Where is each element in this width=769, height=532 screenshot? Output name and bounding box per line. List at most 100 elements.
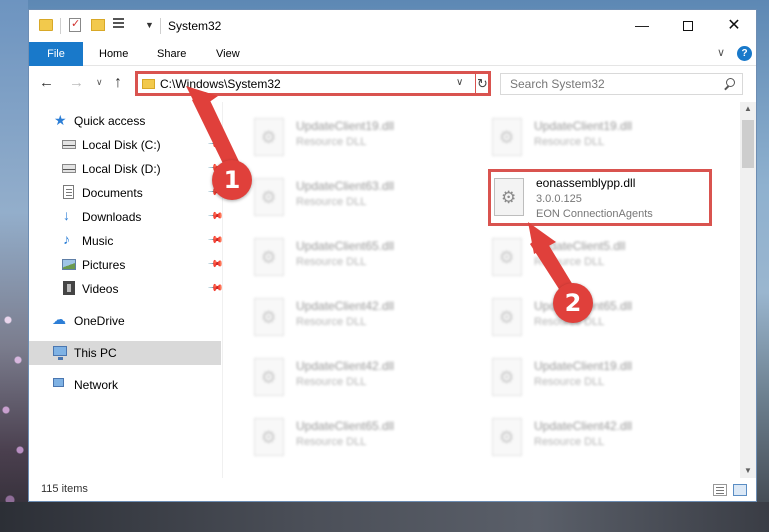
pin-icon[interactable]: 📌 [207,208,224,225]
pin-icon[interactable]: 📌 [207,232,224,249]
title-divider [160,18,161,34]
file-tile[interactable]: UpdateClient65.dll Resource DLL [224,230,444,282]
maximize-button[interactable] [665,10,711,41]
sidebar-item-label: Network [74,378,119,392]
file-type: Resource DLL [534,256,605,268]
file-type: Resource DLL [534,136,605,148]
dll-file-icon [492,118,522,156]
file-tile[interactable]: UpdateClient5.dll Resource DLL [462,230,682,282]
close-button[interactable]: ✕ [711,10,757,41]
up-arrow-icon[interactable]: ↑ [114,74,122,92]
sidebar-item-music[interactable]: ♪ Music 📌 [29,229,224,253]
file-tile[interactable]: UpdateClient42.dll Resource DLL [224,350,444,402]
sidebar-item-local-disk-c[interactable]: Local Disk (C:) 📌 [29,133,224,157]
sidebar-item-label: OneDrive [74,314,125,328]
tab-share[interactable]: Share [157,42,186,66]
step2-badge: 2 [553,283,593,323]
search-input[interactable]: Search System32 [500,73,743,95]
vertical-scrollbar[interactable]: ▲ ▼ [740,102,756,478]
drive-icon [62,140,76,149]
file-explorer-window: ▼ System32 — ✕ File Home Share View ∨ ? … [28,9,757,502]
computer-icon [53,346,67,360]
address-bar[interactable]: C:\Windows\System32 ∨ ↻ [135,71,491,96]
dll-file-icon [492,418,522,456]
dll-file-icon [492,358,522,396]
highlighted-file-tile[interactable]: eonassemblypp.dll 3.0.0.125 EON Connecti… [488,169,712,226]
scroll-up-arrow-icon[interactable]: ▲ [744,104,752,113]
file-tile[interactable]: UpdateClient19.dll Resource DLL [462,110,682,162]
file-tile[interactable]: UpdateClient42.dll Resource DLL [462,410,682,462]
sidebar-item-documents[interactable]: Documents 📌 [29,181,224,205]
dll-file-icon [494,178,524,216]
file-tile[interactable]: UpdateClient42.dll Resource DLL [224,290,444,342]
sidebar-item-onedrive[interactable]: ☁ OneDrive [29,309,221,333]
sidebar-item-videos[interactable]: Videos 📌 [29,277,224,301]
sidebar-item-label: Videos [82,282,119,296]
file-type: Resource DLL [534,436,605,448]
search-placeholder: Search System32 [510,77,605,91]
file-company: EON ConnectionAgents [536,208,653,220]
address-dropdown-chevron-icon[interactable]: ∨ [456,77,463,88]
quick-access-dropdown-icon[interactable]: ▼ [145,20,154,30]
pin-icon[interactable]: 📌 [207,136,224,153]
dll-file-icon [492,298,522,336]
sidebar-item-pictures[interactable]: Pictures 📌 [29,253,224,277]
file-name: UpdateClient65.dll [296,239,395,253]
search-icon[interactable] [723,77,737,91]
sidebar-item-label: Documents [82,186,143,200]
sidebar-item-downloads[interactable]: ↓ Downloads 📌 [29,205,224,229]
recent-locations-chevron-icon[interactable]: ∨ [96,77,103,88]
tiles-view-icon[interactable] [733,484,747,496]
dll-file-icon [254,178,284,216]
help-icon[interactable]: ? [737,46,752,61]
file-type: Resource DLL [296,376,367,388]
desktop-background-left [0,0,28,532]
sidebar-item-network[interactable]: Network [29,373,221,397]
videos-icon [63,281,75,295]
desktop-background-bottom [0,502,769,532]
details-view-icon[interactable] [713,484,727,496]
pin-icon[interactable]: 📌 [207,256,224,273]
folder-icon [142,79,155,89]
tab-home[interactable]: Home [99,42,128,66]
sidebar-item-label: Local Disk (D:) [82,162,161,176]
file-name: UpdateClient63.dll [296,179,395,193]
dll-file-icon [254,418,284,456]
file-type: Resource DLL [296,136,367,148]
file-tile[interactable]: UpdateClient63.dll Resource DLL [224,170,444,222]
scroll-down-arrow-icon[interactable]: ▼ [744,466,752,475]
file-tile[interactable]: UpdateClient19.dll Resource DLL [224,110,444,162]
file-type: Resource DLL [296,256,367,268]
tab-file[interactable]: File [29,42,83,66]
file-type: Resource DLL [296,316,367,328]
navigation-pane: ★ Quick access Local Disk (C:) 📌 Local D… [29,102,224,478]
music-icon: ♪ [63,231,70,247]
file-version: 3.0.0.125 [536,193,582,205]
file-type: Resource DLL [534,376,605,388]
downloads-icon: ↓ [63,207,70,223]
properties-icon[interactable] [69,17,81,32]
scroll-thumb[interactable] [742,120,754,168]
file-tile[interactable]: UpdateClient19.dll Resource DLL [462,350,682,402]
pin-icon[interactable]: 📌 [207,280,224,297]
toolbar-divider [60,18,61,34]
pictures-icon [62,259,76,270]
new-folder-icon[interactable] [91,19,105,31]
sidebar-item-this-pc[interactable]: This PC [29,341,221,365]
expand-ribbon-chevron-icon[interactable]: ∨ [717,46,725,59]
tab-view[interactable]: View [216,42,240,66]
sidebar-item-quick-access[interactable]: ★ Quick access [29,109,221,133]
sidebar-item-local-disk-d[interactable]: Local Disk (D:) 📌 [29,157,224,181]
address-path[interactable]: C:\Windows\System32 [160,77,281,91]
file-type: Resource DLL [296,196,367,208]
forward-arrow-icon[interactable]: → [69,74,84,91]
file-tile[interactable]: UpdateClient65.dll Resource DLL [224,410,444,462]
back-arrow-icon[interactable]: ← [39,74,54,91]
sidebar-item-label: Local Disk (C:) [82,138,161,152]
minimize-button[interactable]: — [619,10,665,41]
ribbon-tabs: File Home Share View ∨ ? [29,42,756,66]
file-name: UpdateClient19.dll [534,359,633,373]
refresh-icon[interactable]: ↻ [475,74,489,93]
sidebar-item-label: Quick access [74,114,146,128]
customize-quick-access-icon[interactable] [113,18,131,32]
